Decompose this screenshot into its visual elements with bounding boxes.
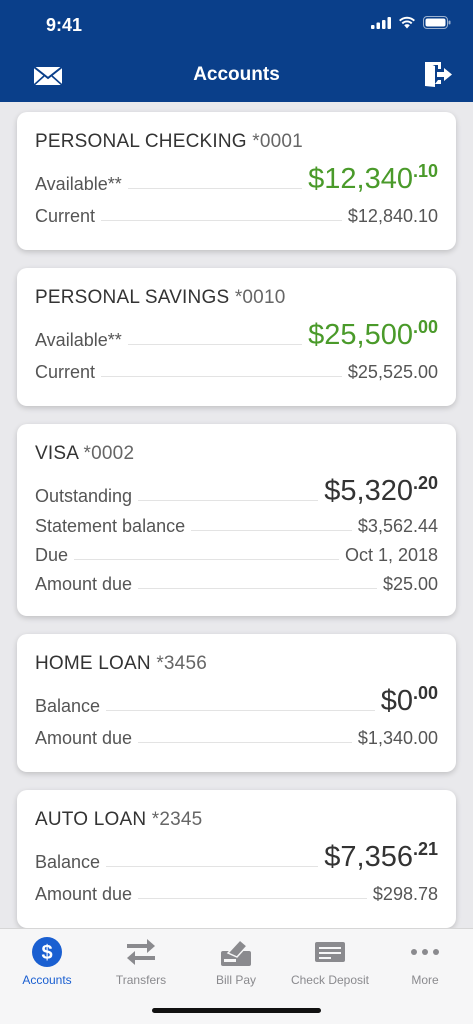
account-name: VISA bbox=[35, 443, 79, 464]
account-name: PERSONAL SAVINGS bbox=[35, 287, 230, 308]
check-icon bbox=[315, 942, 345, 962]
leader-line bbox=[106, 710, 375, 711]
tab-label: Transfers bbox=[115, 973, 167, 987]
tab-label: Bill Pay bbox=[215, 973, 256, 987]
row-value: $1,340.00 bbox=[357, 728, 438, 748]
row-value: $25,525.00 bbox=[347, 362, 438, 382]
available-balance: $12,340.10 bbox=[308, 161, 438, 195]
row-label: Amount due bbox=[35, 884, 133, 904]
leader-line bbox=[138, 898, 367, 899]
account-name: PERSONAL CHECKING bbox=[35, 131, 247, 152]
outstanding-balance: $5,320.20 bbox=[324, 473, 438, 507]
balance-row: Balance $7,356.21 bbox=[35, 835, 438, 873]
row-label: Current bbox=[35, 206, 96, 226]
page-title: Accounts bbox=[193, 64, 280, 85]
account-card-checking[interactable]: PERSONAL CHECKING *0001 Available** $12,… bbox=[17, 112, 456, 250]
accounts-list[interactable]: PERSONAL CHECKING *0001 Available** $12,… bbox=[0, 102, 473, 928]
row-label: Amount due bbox=[35, 728, 133, 748]
row-label: Statement balance bbox=[35, 516, 186, 536]
account-card-home-loan[interactable]: HOME LOAN *3456 Balance $0.00 Amount due… bbox=[17, 634, 456, 772]
leader-line bbox=[101, 376, 342, 377]
leader-line bbox=[138, 588, 377, 589]
account-name: HOME LOAN bbox=[35, 653, 151, 674]
loan-balance: $7,356.21 bbox=[324, 839, 438, 873]
leader-line bbox=[138, 500, 319, 501]
battery-icon bbox=[423, 16, 451, 29]
home-indicator[interactable] bbox=[152, 1008, 321, 1013]
due-date-row: Due Oct 1, 2018 bbox=[35, 537, 438, 566]
account-card-visa[interactable]: VISA *0002 Outstanding $5,320.20 Stateme… bbox=[17, 424, 456, 616]
leader-line bbox=[74, 559, 339, 560]
logout-button[interactable] bbox=[423, 60, 453, 93]
transfer-arrows-icon bbox=[127, 939, 155, 965]
row-label: Current bbox=[35, 362, 96, 382]
account-card-savings[interactable]: PERSONAL SAVINGS *0010 Available** $25,5… bbox=[17, 268, 456, 406]
row-label: Available** bbox=[35, 174, 122, 194]
leader-line bbox=[106, 866, 319, 867]
tab-label: Check Deposit bbox=[290, 973, 370, 987]
account-title: VISA *0002 bbox=[35, 443, 438, 469]
tab-label: Accounts bbox=[22, 973, 72, 987]
bill-pay-icon bbox=[221, 938, 251, 966]
tab-label: More bbox=[411, 973, 439, 987]
leader-line bbox=[101, 220, 342, 221]
status-icons bbox=[371, 16, 451, 29]
current-row: Current $25,525.00 bbox=[35, 351, 438, 383]
account-number: *0001 bbox=[252, 131, 303, 152]
leader-line bbox=[127, 344, 303, 345]
leader-line bbox=[138, 742, 352, 743]
app-header: 9:41 Accounts bbox=[0, 0, 473, 102]
more-dots-icon bbox=[411, 949, 439, 955]
account-title: PERSONAL SAVINGS *0010 bbox=[35, 287, 438, 313]
outstanding-row: Outstanding $5,320.20 bbox=[35, 469, 438, 507]
amount-due-row: Amount due $298.78 bbox=[35, 873, 438, 905]
available-row: Available** $25,500.00 bbox=[35, 313, 438, 351]
row-label: Outstanding bbox=[35, 486, 133, 506]
current-row: Current $12,840.10 bbox=[35, 195, 438, 227]
leader-line bbox=[127, 188, 303, 189]
tab-transfers[interactable]: Transfers bbox=[94, 935, 188, 987]
leader-line bbox=[191, 530, 352, 531]
status-time: 9:41 bbox=[46, 15, 83, 35]
tab-more[interactable]: More bbox=[378, 935, 472, 987]
row-label: Balance bbox=[35, 852, 101, 872]
tab-check-deposit[interactable]: Check Deposit bbox=[283, 935, 377, 987]
row-value: $12,840.10 bbox=[347, 206, 438, 226]
row-value: $298.78 bbox=[372, 884, 438, 904]
balance-row: Balance $0.00 bbox=[35, 679, 438, 717]
row-label: Balance bbox=[35, 696, 101, 716]
row-value: $3,562.44 bbox=[357, 516, 438, 536]
row-value: Oct 1, 2018 bbox=[344, 545, 438, 565]
account-number: *0002 bbox=[83, 443, 135, 464]
tab-bill-pay[interactable]: Bill Pay bbox=[189, 935, 283, 987]
account-title: PERSONAL CHECKING *0001 bbox=[35, 131, 438, 157]
available-balance: $25,500.00 bbox=[308, 317, 438, 351]
available-row: Available** $12,340.10 bbox=[35, 157, 438, 195]
logout-door-icon bbox=[425, 62, 452, 87]
statement-balance-row: Statement balance $3,562.44 bbox=[35, 507, 438, 537]
dollar-icon: $ bbox=[32, 937, 62, 967]
wifi-icon bbox=[399, 16, 415, 29]
amount-due-row: Amount due $1,340.00 bbox=[35, 717, 438, 749]
account-title: HOME LOAN *3456 bbox=[35, 653, 438, 679]
tab-accounts[interactable]: $ Accounts bbox=[0, 935, 94, 987]
account-title: AUTO LOAN *2345 bbox=[35, 809, 438, 835]
account-number: *0010 bbox=[234, 287, 286, 308]
amount-due-row: Amount due $25.00 bbox=[35, 566, 438, 595]
account-number: *3456 bbox=[156, 653, 207, 674]
account-number: *2345 bbox=[151, 809, 203, 830]
row-value: $25.00 bbox=[382, 574, 438, 594]
loan-balance: $0.00 bbox=[380, 683, 438, 717]
account-card-auto-loan[interactable]: AUTO LOAN *2345 Balance $7,356.21 Amount… bbox=[17, 790, 456, 928]
signal-icon bbox=[371, 16, 391, 29]
row-label: Due bbox=[35, 545, 69, 565]
account-name: AUTO LOAN bbox=[35, 809, 147, 830]
row-label: Amount due bbox=[35, 574, 133, 594]
svg-text:$: $ bbox=[41, 942, 52, 964]
row-label: Available** bbox=[35, 330, 122, 350]
